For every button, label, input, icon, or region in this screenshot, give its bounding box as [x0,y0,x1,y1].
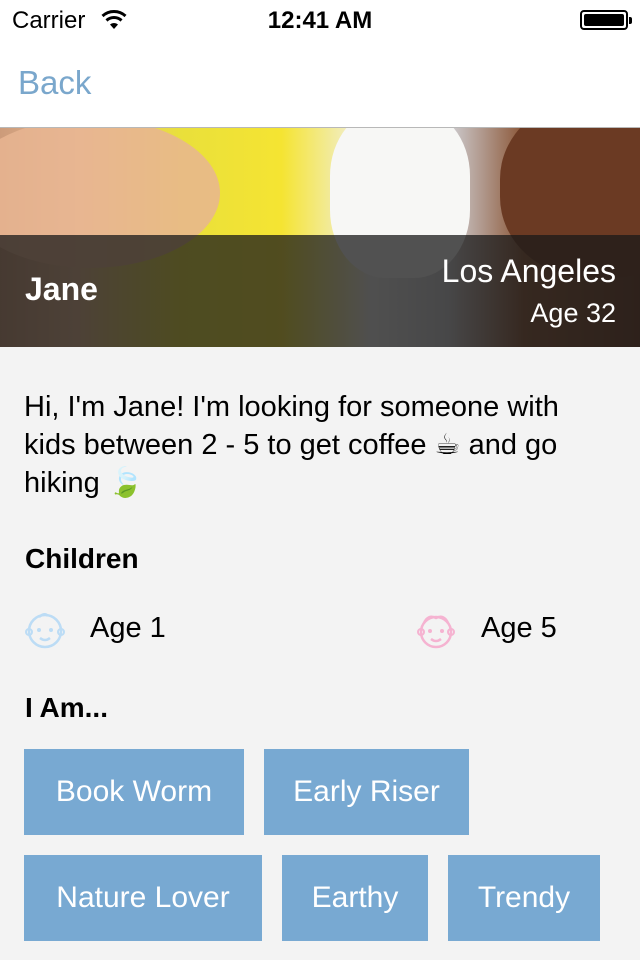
child-age-label: Age 1 [90,612,166,644]
status-bar: Carrier 12:41 AM [0,0,640,40]
profile-hero-image: Jane Los Angeles Age 32 [0,128,640,347]
profile-city: Los Angeles [441,253,616,289]
baby-girl-face-icon [417,615,455,649]
baby-boy-face-icon [25,613,65,649]
back-button[interactable]: Back [18,64,91,102]
battery-icon [580,10,632,30]
traits-section-title: I Am... [25,692,108,723]
profile-bio: Hi, I'm Jane! I'm looking for someone wi… [24,391,559,499]
status-time: 12:41 AM [267,7,373,34]
trait-tag-early-riser[interactable]: Early Riser [264,749,469,835]
children-section-title: Children [25,543,139,574]
profile-age: Age 32 [530,298,616,328]
profile-name: Jane [25,271,98,307]
trait-tag-nature-lover[interactable]: Nature Lover [24,855,262,941]
child-age-label: Age 5 [481,612,557,644]
trait-tag-book-worm[interactable]: Book Worm [24,749,244,835]
trait-tag-trendy[interactable]: Trendy [448,855,600,941]
trait-tag-earthy[interactable]: Earthy [282,855,428,941]
navigation-bar: Back [0,40,640,128]
